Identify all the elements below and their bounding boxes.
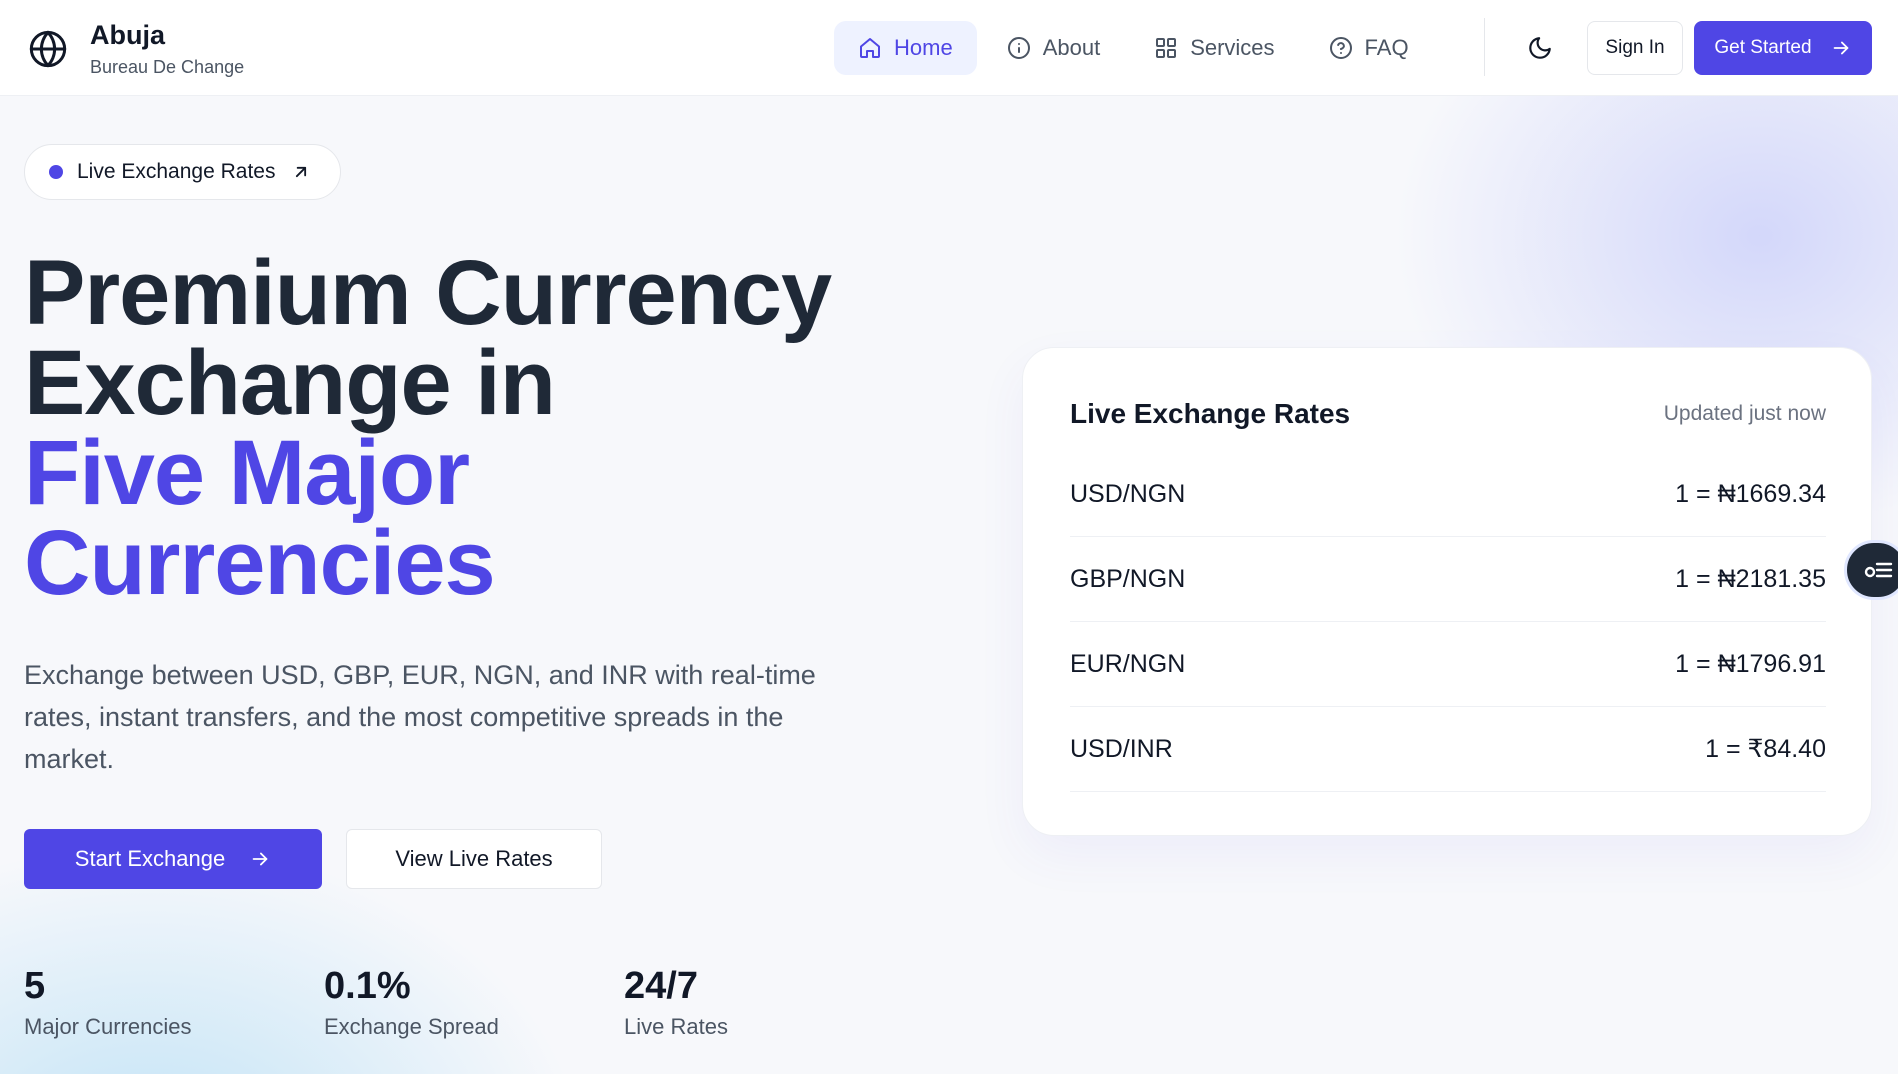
hero-title-line1: Premium Currency [24,242,832,344]
list-settings-icon [1864,562,1893,578]
nav-faq-label: FAQ [1364,35,1409,60]
stat-label: Exchange Spread [324,1014,499,1039]
rate-row: GBP/NGN 1 = ₦2181.35 [1070,537,1826,622]
rate-row: EUR/NGN 1 = ₦1796.91 [1070,622,1826,707]
rate-pair: GBP/NGN [1070,564,1186,593]
rates-card-title: Live Exchange Rates [1070,398,1351,429]
stat-live-rates: 24/7 Live Rates [624,964,728,1042]
info-icon [1007,37,1030,59]
rate-pair: EUR/NGN [1070,649,1186,678]
stat-value: 0.1% [324,965,411,1007]
rates-updated-text: Updated just now [1663,402,1826,425]
rate-row: USD/INR 1 = ₹84.40 [1070,707,1826,792]
rate-value: 1 = ₹84.40 [1705,735,1826,763]
rate-value: 1 = ₦2181.35 [1675,564,1826,593]
rate-pair: USD/NGN [1070,479,1186,508]
start-exchange-button[interactable]: Start Exchange [24,829,322,889]
get-started-button[interactable]: Get Started [1694,21,1872,75]
rates-card-header: Live Exchange Rates Updated just now [1070,398,1826,430]
nav-services[interactable]: Services [1130,21,1298,75]
nav-faq[interactable]: FAQ [1305,21,1433,75]
nav-about-label: About [1042,35,1101,60]
main-nav: Home About Services FAQ [834,21,1439,75]
top-navbar: Abuja Bureau De Change Home About Servic… [0,0,1898,96]
grid-icon [1156,38,1177,58]
help-circle-icon [1329,37,1352,59]
home-icon [860,38,880,58]
header-divider [1484,18,1485,76]
nav-home[interactable]: Home [834,21,977,75]
globe-icon [29,30,67,68]
live-indicator-dot [49,165,63,179]
stat-value: 5 [24,965,46,1007]
arrow-right-icon [252,852,268,866]
stat-value: 24/7 [624,965,698,1007]
rate-value: 1 = ₦1796.91 [1675,649,1826,678]
live-rates-pill[interactable]: Live Exchange Rates [24,144,341,200]
nav-services-label: Services [1190,35,1275,60]
nav-home-label: Home [894,35,953,60]
brand-subtitle: Bureau De Change [90,57,245,77]
hero-title: Premium Currency Exchange in Five Major … [24,242,924,614]
view-live-rates-button[interactable]: View Live Rates [346,829,602,889]
nav-about[interactable]: About [983,21,1125,75]
stat-spread: 0.1% Exchange Spread [324,964,499,1042]
floating-menu-button[interactable] [1844,540,1898,600]
brand[interactable]: Abuja Bureau De Change [28,18,244,80]
hero-title-line2: Exchange in [24,332,556,434]
get-started-label: Get Started [1714,37,1812,58]
arrow-up-right-icon [296,166,307,178]
moon-icon [1529,37,1551,59]
pill-label: Live Exchange Rates [77,160,276,183]
hero-title-line3: Five Major [24,422,470,524]
sign-in-button[interactable]: Sign In [1587,21,1683,75]
stat-currencies: 5 Major Currencies [24,964,192,1042]
rate-value: 1 = ₦1669.34 [1675,479,1826,508]
stat-label: Live Rates [624,1014,728,1039]
arrow-right-icon [1833,41,1848,55]
stat-label: Major Currencies [24,1014,192,1039]
hero-title-line4: Currencies [24,512,496,614]
rate-row: USD/NGN 1 = ₦1669.34 [1070,452,1826,537]
start-exchange-label: Start Exchange [74,846,226,871]
rate-pair: USD/INR [1070,734,1173,763]
live-rates-card: Live Exchange Rates Updated just now USD… [1022,347,1872,836]
brand-title: Abuja [90,20,166,50]
theme-toggle-button[interactable] [1522,30,1558,66]
hero-description: Exchange between USD, GBP, EUR, NGN, and… [24,660,816,774]
